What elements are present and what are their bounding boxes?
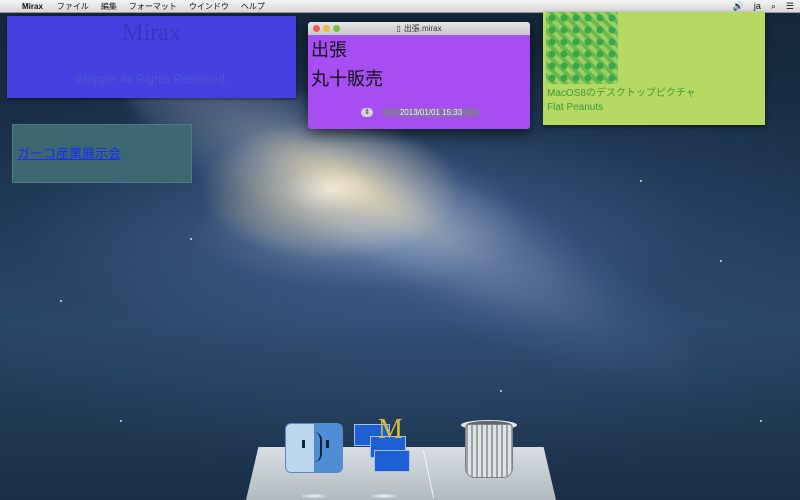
- window-title: 出張.mirax: [403, 24, 442, 33]
- menu-help[interactable]: ヘルプ: [241, 1, 265, 12]
- finder-icon[interactable]: [285, 423, 343, 473]
- note-link[interactable]: ガーコ産業展示会: [17, 143, 121, 162]
- app-icon-card: [374, 450, 410, 472]
- star: [500, 390, 502, 392]
- trash-icon[interactable]: [461, 416, 517, 480]
- note-body-line[interactable]: 出張: [311, 36, 347, 62]
- close-button[interactable]: [313, 25, 320, 32]
- notification-center-icon[interactable]: ☰: [786, 1, 794, 12]
- note-text-line: Flat Peanuts: [547, 102, 604, 113]
- star: [190, 238, 192, 240]
- app-menu[interactable]: Mirax: [22, 2, 43, 11]
- note-footer: iMappie All Rights Reserved.: [74, 72, 229, 86]
- note-title: Mirax: [122, 20, 181, 46]
- star: [120, 420, 122, 422]
- star: [760, 420, 762, 422]
- menu-window[interactable]: ウインドウ: [189, 1, 229, 12]
- star: [720, 260, 722, 262]
- input-source[interactable]: ja: [754, 1, 761, 11]
- finder-face: [310, 432, 322, 462]
- finder-eye: [302, 440, 305, 448]
- note-body-line[interactable]: 丸十販売: [311, 65, 383, 91]
- sticky-note-green[interactable]: MacOS8のデスクトップピクチャ Flat Peanuts: [543, 12, 765, 125]
- menu-edit[interactable]: 編集: [101, 1, 117, 12]
- menu-format[interactable]: フォーマット: [129, 1, 177, 12]
- app-icon-letter: M: [378, 414, 403, 445]
- star: [60, 300, 62, 302]
- spotlight-search-icon[interactable]: ⌕: [771, 1, 776, 12]
- zoom-button[interactable]: [333, 25, 340, 32]
- date-stepper[interactable]: ⇕: [361, 108, 373, 117]
- sticky-note-teal[interactable]: ガーコ産業展示会: [12, 124, 192, 183]
- running-indicator: [302, 494, 326, 498]
- minimize-button[interactable]: [323, 25, 330, 32]
- window-titlebar[interactable]: ▯ 出張.mirax: [308, 22, 530, 35]
- sticky-note-blue[interactable]: Mirax iMappie All Rights Reserved.: [7, 16, 296, 98]
- star: [640, 180, 642, 182]
- running-indicator: [372, 494, 396, 498]
- menu-file[interactable]: ファイル: [57, 1, 89, 12]
- trash-can: [465, 424, 513, 478]
- volume-icon[interactable]: 🔊: [733, 1, 744, 12]
- finder-eye: [326, 440, 329, 448]
- mirax-app-icon[interactable]: M: [352, 414, 418, 474]
- mirax-note-window[interactable]: ▯ 出張.mirax 出張 丸十販売 ⇕ 2013/01/01 15:33: [308, 22, 530, 129]
- document-icon: ▯: [396, 24, 401, 33]
- note-image: [546, 12, 618, 84]
- note-date[interactable]: 2013/01/01 15:33: [382, 108, 480, 117]
- note-text-line: MacOS8のデスクトップピクチャ: [547, 88, 696, 99]
